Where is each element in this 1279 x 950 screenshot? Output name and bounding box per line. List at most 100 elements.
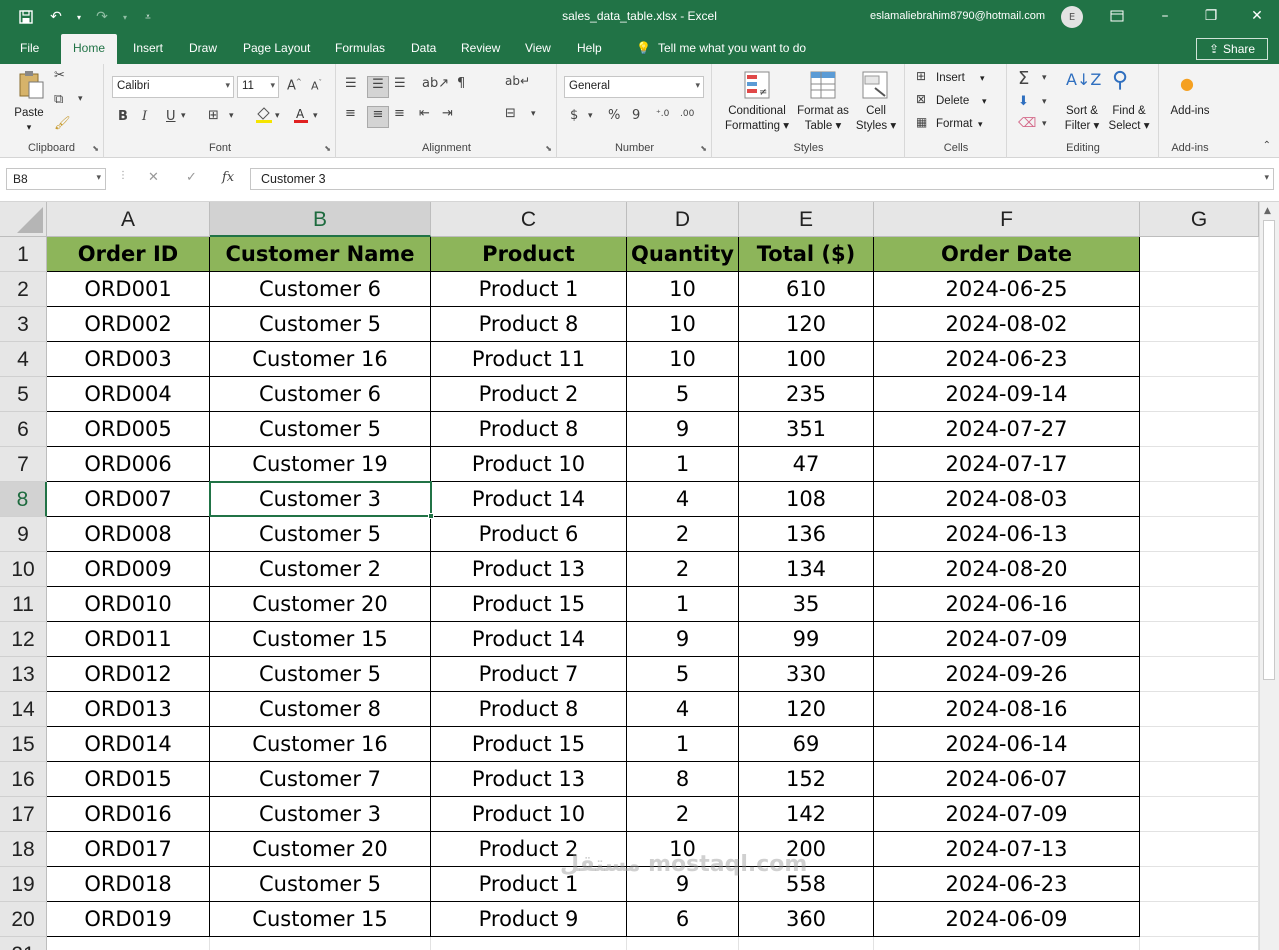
cell-f8[interactable]: 2024-08-03 <box>874 482 1140 517</box>
cell-g7[interactable] <box>1140 447 1259 482</box>
cell-d18[interactable]: 10 <box>627 832 739 867</box>
conditional-formatting-icon[interactable]: ≠ <box>743 70 771 104</box>
column-header-b[interactable]: B <box>210 202 431 237</box>
cell-a14[interactable]: ORD013 <box>47 692 210 727</box>
cell-b18[interactable]: Customer 20 <box>210 832 431 867</box>
font-name-select[interactable]: Calibri ▾ <box>112 76 234 98</box>
cell-e1[interactable]: Total ($) <box>739 237 874 272</box>
expand-formula-bar-icon[interactable]: ▾ <box>1264 172 1269 183</box>
cell-f12[interactable]: 2024-07-09 <box>874 622 1140 657</box>
cell-c13[interactable]: Product 7 <box>431 657 627 692</box>
merge-center-icon[interactable]: ⊟ <box>505 106 516 121</box>
row-header-9[interactable]: 9 <box>0 517 47 552</box>
alignment-launcher-icon[interactable]: ⬊ <box>545 144 552 153</box>
scroll-thumb[interactable] <box>1263 220 1275 680</box>
cell-a8[interactable]: ORD007 <box>47 482 210 517</box>
row-header-14[interactable]: 14 <box>0 692 47 727</box>
cell-f10[interactable]: 2024-08-20 <box>874 552 1140 587</box>
row-header-19[interactable]: 19 <box>0 867 47 902</box>
fill-color-icon[interactable] <box>255 106 273 128</box>
autosum-icon[interactable]: Σ <box>1018 68 1029 89</box>
cell-e14[interactable]: 120 <box>739 692 874 727</box>
cell-b21[interactable] <box>210 937 431 950</box>
insert-function-icon[interactable]: fx <box>222 170 234 185</box>
tab-review[interactable]: Review <box>461 41 500 55</box>
format-as-table-icon[interactable] <box>809 70 837 104</box>
cell-d8[interactable]: 4 <box>627 482 739 517</box>
cell-c14[interactable]: Product 8 <box>431 692 627 727</box>
cell-b15[interactable]: Customer 16 <box>210 727 431 762</box>
tab-file[interactable]: File <box>20 41 39 55</box>
tab-home[interactable]: Home <box>61 34 118 64</box>
cell-g5[interactable] <box>1140 377 1259 412</box>
cell-d20[interactable]: 6 <box>627 902 739 937</box>
cell-f11[interactable]: 2024-06-16 <box>874 587 1140 622</box>
cell-e19[interactable]: 558 <box>739 867 874 902</box>
addins-icon[interactable]: ● <box>1180 74 1194 93</box>
currency-icon[interactable]: $ <box>570 108 578 123</box>
percent-icon[interactable]: % <box>608 108 620 123</box>
font-color-icon[interactable]: A <box>293 106 309 128</box>
cell-f17[interactable]: 2024-07-09 <box>874 797 1140 832</box>
number-format-select[interactable]: General ▾ <box>564 76 704 98</box>
paste-dropdown-icon[interactable]: ▾ <box>22 120 36 135</box>
cell-b16[interactable]: Customer 7 <box>210 762 431 797</box>
font-size-select[interactable]: 11 ▾ <box>237 76 279 98</box>
column-header-e[interactable]: E <box>739 202 874 237</box>
cell-e6[interactable]: 351 <box>739 412 874 447</box>
borders-icon[interactable]: ⊞ <box>208 108 219 123</box>
cell-c5[interactable]: Product 2 <box>431 377 627 412</box>
clear-dropdown-icon[interactable]: ▾ <box>1042 119 1047 129</box>
cell-g21[interactable] <box>1140 937 1259 950</box>
cell-b10[interactable]: Customer 2 <box>210 552 431 587</box>
merge-dropdown-icon[interactable]: ▾ <box>531 109 536 119</box>
cell-b11[interactable]: Customer 20 <box>210 587 431 622</box>
cell-g11[interactable] <box>1140 587 1259 622</box>
borders-dropdown-icon[interactable]: ▾ <box>229 111 234 121</box>
cell-g6[interactable] <box>1140 412 1259 447</box>
cell-c15[interactable]: Product 15 <box>431 727 627 762</box>
cell-a19[interactable]: ORD018 <box>47 867 210 902</box>
cell-c16[interactable]: Product 13 <box>431 762 627 797</box>
orientation-icon[interactable]: ab↗ <box>422 76 449 91</box>
cell-c11[interactable]: Product 15 <box>431 587 627 622</box>
decrease-font-size-icon[interactable]: Aˇ <box>311 79 322 93</box>
cell-g9[interactable] <box>1140 517 1259 552</box>
cell-b7[interactable]: Customer 19 <box>210 447 431 482</box>
decrease-decimal-icon[interactable]: .00 <box>680 109 694 119</box>
cell-a2[interactable]: ORD001 <box>47 272 210 307</box>
column-header-g[interactable]: G <box>1140 202 1259 237</box>
delete-cells-button[interactable]: Delete <box>936 94 969 109</box>
cell-e7[interactable]: 47 <box>739 447 874 482</box>
cell-f18[interactable]: 2024-07-13 <box>874 832 1140 867</box>
enter-icon[interactable]: ✓ <box>186 170 197 185</box>
top-align-icon[interactable]: ☰ <box>345 76 357 91</box>
cell-c1[interactable]: Product <box>431 237 627 272</box>
cell-b9[interactable]: Customer 5 <box>210 517 431 552</box>
cell-c2[interactable]: Product 1 <box>431 272 627 307</box>
sort-filter-button[interactable]: Sort & Filter ▾ <box>1060 104 1104 134</box>
conditional-formatting-button[interactable]: Conditional Formatting ▾ <box>719 104 795 134</box>
spreadsheet-grid[interactable]: A B C D E F G 1 Order ID Customer Name Product Quan… <box>0 202 1259 950</box>
sort-filter-icon[interactable]: A↓Z <box>1066 70 1101 89</box>
cell-a17[interactable]: ORD016 <box>47 797 210 832</box>
cell-d2[interactable]: 10 <box>627 272 739 307</box>
close-icon[interactable]: ✕ <box>1242 5 1272 27</box>
cell-g15[interactable] <box>1140 727 1259 762</box>
cell-a11[interactable]: ORD010 <box>47 587 210 622</box>
cell-e21[interactable] <box>739 937 874 950</box>
cell-e20[interactable]: 360 <box>739 902 874 937</box>
font-launcher-icon[interactable]: ⬊ <box>324 144 331 153</box>
cell-b3[interactable]: Customer 5 <box>210 307 431 342</box>
text-direction-icon[interactable]: ¶ <box>457 76 465 91</box>
copy-icon[interactable]: ⧉ <box>54 92 63 107</box>
clear-icon[interactable]: ⌫ <box>1018 116 1036 131</box>
cell-d13[interactable]: 5 <box>627 657 739 692</box>
format-as-table-button[interactable]: Format as Table ▾ <box>795 104 851 134</box>
ribbon-display-options-icon[interactable] <box>1102 5 1132 27</box>
tab-view[interactable]: View <box>525 41 551 55</box>
cell-g17[interactable] <box>1140 797 1259 832</box>
cell-g16[interactable] <box>1140 762 1259 797</box>
tell-me-search[interactable]: Tell me what you want to do <box>658 41 806 55</box>
row-header-21[interactable]: 21 <box>0 937 47 950</box>
